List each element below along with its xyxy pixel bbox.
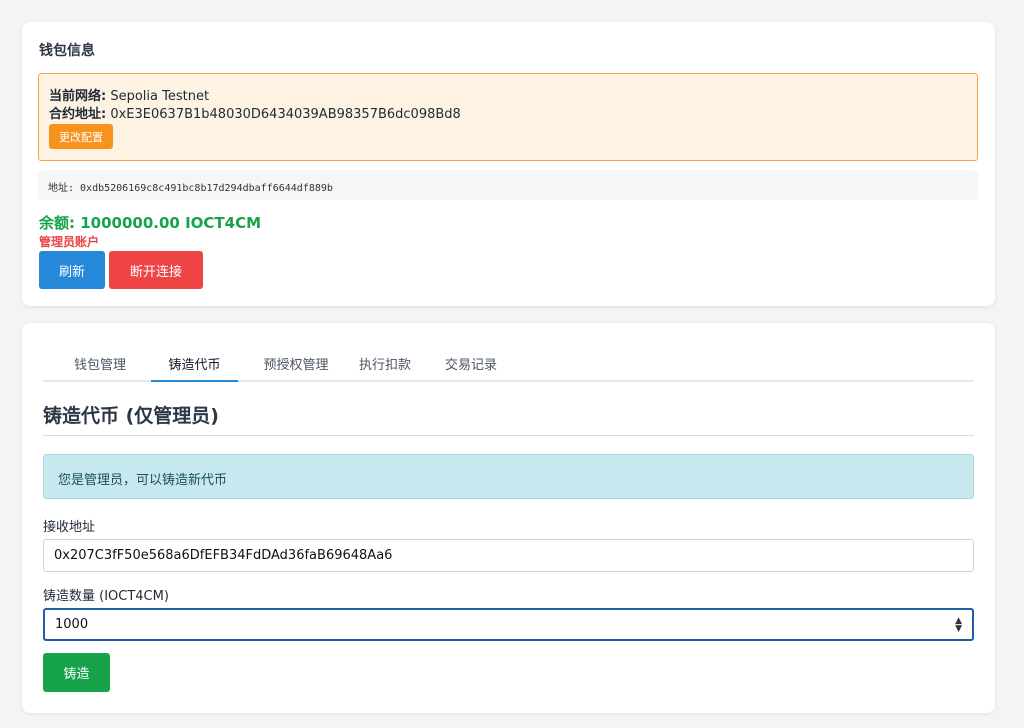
title-divider xyxy=(43,435,974,436)
recipient-label: 接收地址 xyxy=(43,520,96,535)
tab-transaction-history[interactable]: 交易记录 xyxy=(433,347,509,382)
tab-bar: 钱包管理 铸造代币 预授权管理 执行扣款 交易记录 xyxy=(43,347,974,382)
admin-account-label: 管理员账户 xyxy=(39,235,100,249)
main-panel-card: 钱包管理 铸造代币 预授权管理 执行扣款 交易记录 铸造代币 (仅管理员) 您是… xyxy=(22,323,995,713)
number-stepper-icon[interactable]: ▲ ▼ xyxy=(955,617,962,634)
network-value: Sepolia Testnet xyxy=(110,89,210,104)
network-label: 当前网络: xyxy=(49,89,107,104)
contract-address: 0xE3E0637B1b48030D6434039AB98357B6dc098B… xyxy=(110,107,461,122)
amount-label: 铸造数量 (IOCT4CM) xyxy=(43,589,169,604)
mint-button[interactable]: 铸造 xyxy=(43,653,110,692)
network-config-box: 当前网络: Sepolia Testnet 合约地址: 0xE3E0637B1b… xyxy=(38,73,978,161)
tab-wallet-management[interactable]: 钱包管理 xyxy=(60,347,140,382)
wallet-info-card: 钱包信息 当前网络: Sepolia Testnet 合约地址: 0xE3E06… xyxy=(22,22,995,306)
disconnect-button[interactable]: 断开连接 xyxy=(109,251,203,289)
change-config-button[interactable]: 更改配置 xyxy=(49,124,113,149)
mint-amount-input[interactable]: 1000 ▲ ▼ xyxy=(43,608,974,641)
recipient-address-input[interactable] xyxy=(43,539,974,572)
contract-label: 合约地址: xyxy=(49,107,107,122)
admin-info-alert: 您是管理员，可以铸造新代币 xyxy=(43,454,974,499)
tab-mint-token[interactable]: 铸造代币 xyxy=(151,347,238,382)
network-line: 当前网络: Sepolia Testnet xyxy=(49,85,209,104)
wallet-address: 地址: 0xdb5206169c8c491bc8b17d294dbaff6644… xyxy=(38,170,978,200)
balance-text: 余额: 1000000.00 IOCT4CM xyxy=(39,214,262,232)
wallet-info-title: 钱包信息 xyxy=(39,43,95,59)
mint-section-title: 铸造代币 (仅管理员) xyxy=(43,405,219,427)
refresh-button[interactable]: 刷新 xyxy=(39,251,105,289)
contract-line: 合约地址: 0xE3E0637B1b48030D6434039AB98357B6… xyxy=(49,103,461,122)
tab-preauth-management[interactable]: 预授权管理 xyxy=(248,347,344,382)
mint-amount-value: 1000 xyxy=(55,617,89,632)
tab-execute-debit[interactable]: 执行扣款 xyxy=(347,347,423,382)
